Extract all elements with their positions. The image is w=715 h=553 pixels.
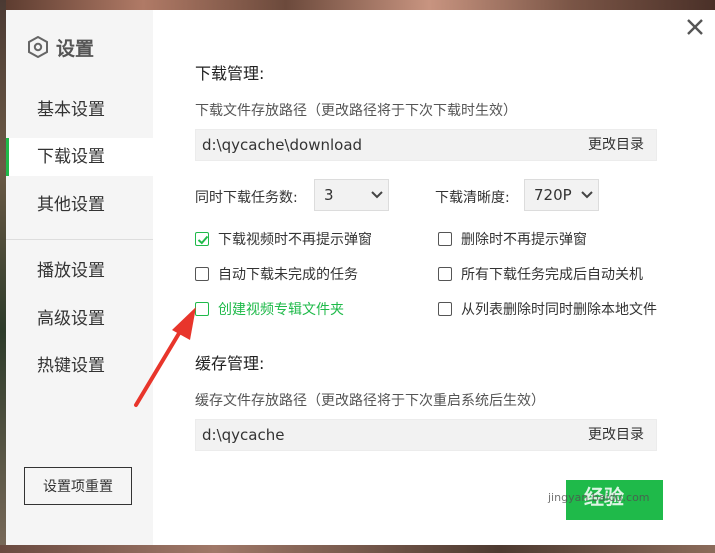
option-shutdown-after-complete[interactable]: 所有下载任务完成后自动关机: [438, 264, 643, 284]
option-label: 所有下载任务完成后自动关机: [461, 267, 643, 283]
option-label: 下载视频时不再提示弹窗: [218, 232, 372, 248]
sidebar-divider: [6, 239, 153, 240]
concurrent-tasks-label: 同时下载任务数:: [195, 190, 298, 206]
checkbox[interactable]: [438, 302, 452, 316]
reset-settings-button[interactable]: 设置项重置: [24, 467, 132, 505]
checkbox[interactable]: [438, 267, 452, 281]
option-auto-download-unfinished[interactable]: 自动下载未完成的任务: [195, 264, 358, 284]
quality-label: 下载清晰度:: [435, 190, 510, 206]
sidebar-item-playback[interactable]: 播放设置: [6, 252, 153, 290]
checkbox[interactable]: [195, 302, 209, 316]
checkmark-icon: [197, 235, 209, 245]
option-label: 自动下载未完成的任务: [218, 267, 358, 283]
option-label: 从列表删除时同时删除本地文件: [461, 302, 657, 318]
sidebar-item-other[interactable]: 其他设置: [6, 186, 153, 224]
settings-sidebar: 设置 基本设置 下载设置 其他设置 播放设置 高级设置 热键设置 设置项重置: [6, 10, 153, 545]
concurrent-tasks-select[interactable]: 3: [314, 179, 389, 211]
download-change-dir-button[interactable]: 更改目录: [588, 130, 644, 160]
download-path-label: 下载文件存放路径（更改路径将于下次下载时生效）: [195, 103, 517, 119]
checkbox[interactable]: [195, 232, 209, 246]
option-create-album-folder[interactable]: 创建视频专辑文件夹: [195, 299, 344, 319]
background-photo-strip: [0, 0, 715, 10]
download-section-title: 下载管理:: [195, 64, 265, 83]
concurrent-tasks-value: 3: [324, 186, 334, 204]
quality-value: 720P: [534, 186, 572, 204]
cache-path-value: d:\qycache: [202, 426, 285, 444]
option-label: 删除时不再提示弹窗: [461, 232, 587, 248]
checkbox[interactable]: [195, 267, 209, 281]
cache-section-title: 缓存管理:: [195, 354, 265, 373]
download-path-field[interactable]: d:\qycache\download 更改目录: [195, 129, 657, 161]
settings-icon: [28, 36, 48, 58]
settings-dialog: 设置 基本设置 下载设置 其他设置 播放设置 高级设置 热键设置 设置项重置 下…: [6, 10, 715, 545]
option-no-popup-on-download[interactable]: 下载视频时不再提示弹窗: [195, 229, 372, 249]
cache-path-field[interactable]: d:\qycache 更改目录: [195, 419, 657, 451]
sidebar-item-download[interactable]: 下载设置: [6, 138, 153, 176]
option-no-popup-on-delete[interactable]: 删除时不再提示弹窗: [438, 229, 587, 249]
option-delete-local-file[interactable]: 从列表删除时同时删除本地文件: [438, 299, 657, 319]
chevron-down-icon: [581, 191, 593, 199]
close-icon[interactable]: [685, 17, 705, 37]
quality-select[interactable]: 720P: [524, 179, 599, 211]
cache-path-label: 缓存文件存放路径（更改路径将于下次重启系统后生效）: [195, 393, 545, 409]
sidebar-item-advanced[interactable]: 高级设置: [6, 300, 153, 338]
background-photo-bottom: [0, 545, 715, 553]
checkbox[interactable]: [438, 232, 452, 246]
sidebar-title-label: 设置: [56, 37, 95, 60]
sidebar-item-basic[interactable]: 基本设置: [6, 91, 153, 129]
sidebar-item-hotkeys[interactable]: 热键设置: [6, 347, 153, 385]
cache-change-dir-button[interactable]: 更改目录: [588, 420, 644, 450]
watermark-url: jingyan.baidu.com: [548, 491, 650, 504]
option-label: 创建视频专辑文件夹: [218, 302, 344, 318]
download-path-value: d:\qycache\download: [202, 136, 363, 154]
sidebar-title: 设置: [28, 34, 94, 60]
chevron-down-icon: [371, 191, 383, 199]
